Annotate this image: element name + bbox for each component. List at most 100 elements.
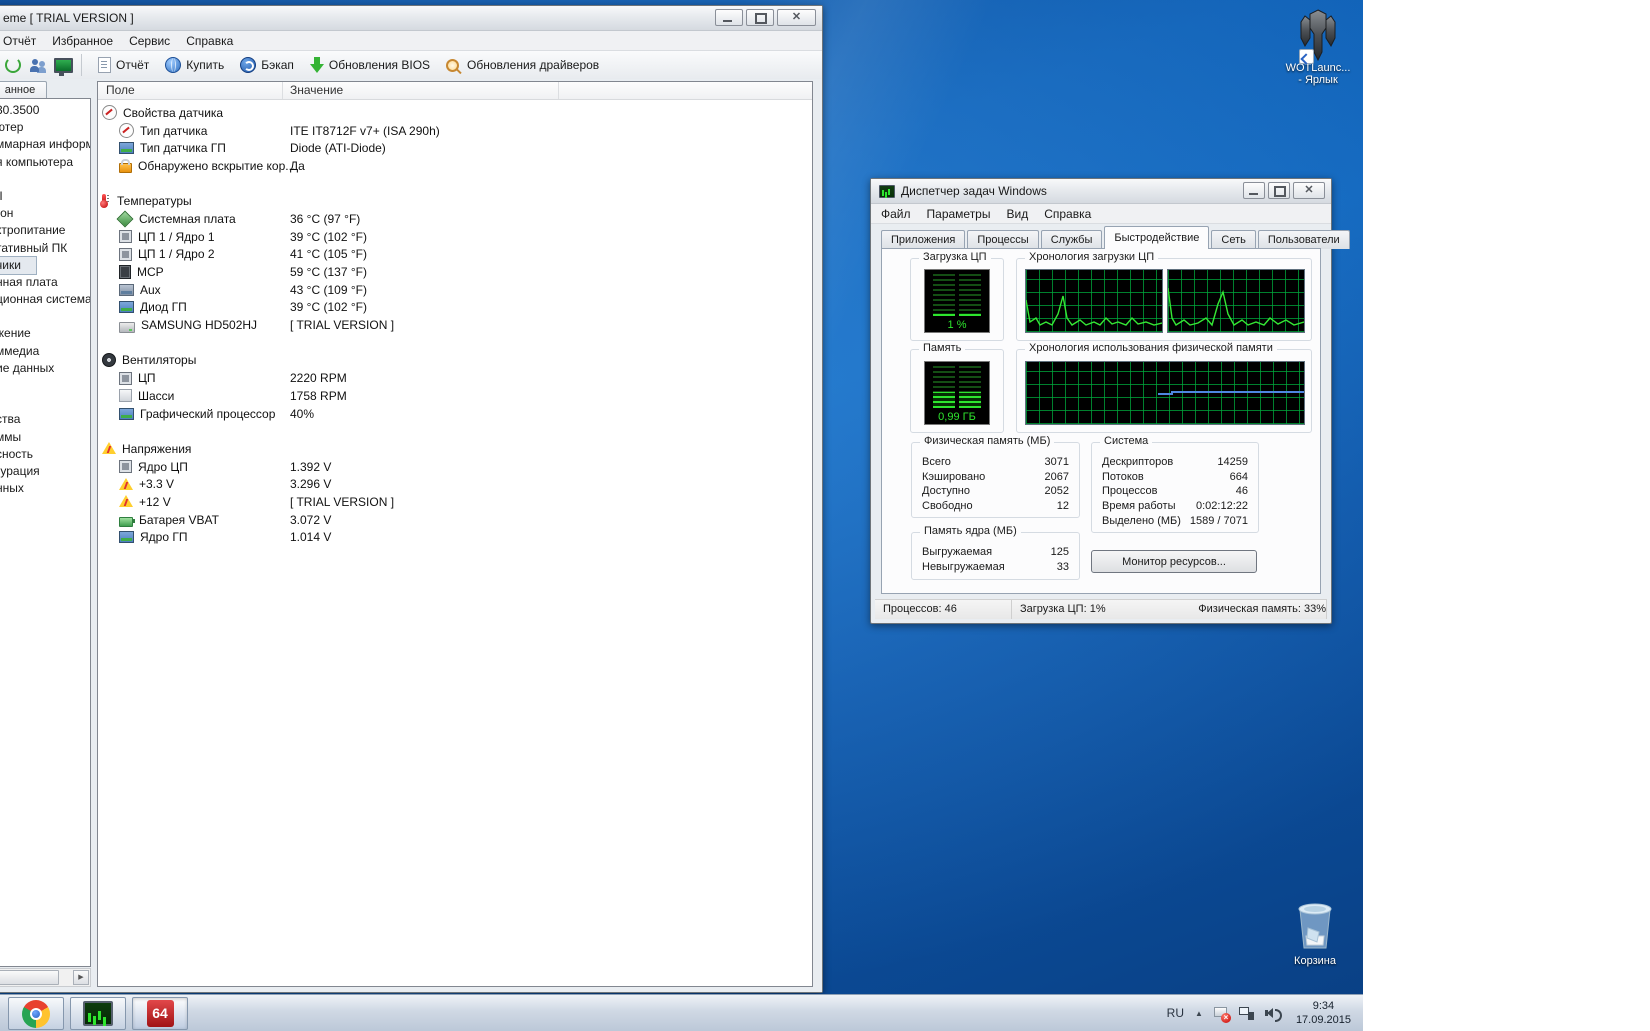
sensor-row[interactable]: SAMSUNG HD502HJ [ TRIAL VERSION ] [98,316,812,334]
tree-item[interactable]: ммарная информаци [0,136,90,153]
users-icon[interactable] [30,58,47,73]
minimize-button[interactable] [715,9,743,26]
desktop-icon-recycle-bin[interactable]: Корзина [1277,898,1353,967]
tree-item[interactable]: ционная система [0,291,90,308]
sensor-row[interactable]: Тип датчика ITE IT8712F v7+ (ISA 290h) [98,122,812,140]
taskbar-button-chrome[interactable] [8,997,64,1030]
tree-item[interactable]: чики [0,257,36,274]
taskbar-button-aida64[interactable]: 64 [132,997,188,1030]
tab[interactable]: Процессы [967,230,1038,249]
column-header-value[interactable]: Значение [290,83,343,97]
sensor-row[interactable]: Ядро ЦП 1.392 V [98,458,812,476]
column-header-field[interactable]: Поле [106,83,135,97]
tree-item[interactable]: ютер [0,119,90,136]
maximize-button[interactable] [1268,182,1290,199]
tree-item[interactable]: сность [0,446,90,463]
toolbar-button[interactable]: Купить [157,54,232,76]
taskbar: 64 RU ▲ 9:34 17.09.2015 [0,994,1363,1031]
speaker-icon[interactable] [1265,1007,1281,1020]
network-icon[interactable] [1239,1007,1254,1020]
menu-item[interactable]: Сервис [121,32,178,50]
toolbar-button[interactable]: Обновления драйверов [438,54,607,76]
sensor-row[interactable]: Вентиляторы [98,352,812,370]
sensor-row[interactable]: MCP 59 °C (137 °F) [98,263,812,281]
menu-item[interactable]: Справка [1036,205,1099,223]
sensor-row[interactable]: +3.3 V 3.296 V [98,475,812,493]
tree-item[interactable]: нных [0,480,90,497]
resource-monitor-button[interactable]: Монитор ресурсов... [1091,550,1257,573]
tree-item[interactable]: нная плата [0,274,90,291]
sensor-row[interactable]: Обнаружено вскрытие кор... Да [98,157,812,175]
menu-item[interactable]: Избранное [44,32,121,50]
tree-item[interactable]: ммы [0,429,90,446]
sensor-row[interactable] [98,334,812,352]
tree-item[interactable]: жение [0,325,90,342]
action-center-flag-icon[interactable] [1214,1006,1228,1021]
task-manager-titlebar[interactable]: Диспетчер задач Windows ✕ [871,179,1331,204]
sensor-row[interactable]: +12 V [ TRIAL VERSION ] [98,493,812,511]
close-button[interactable]: ✕ [1293,182,1325,199]
sidebar-tab-favorites[interactable]: анное [0,81,47,99]
scrollbar-thumb[interactable] [0,970,59,985]
sensor-row[interactable] [98,175,812,193]
tree-item[interactable]: ие данных [0,360,90,377]
monitor-icon[interactable] [54,58,73,73]
info-label: Выделено (МБ) [1102,515,1181,527]
tree-item[interactable]: I [0,171,90,188]
tree-item[interactable] [0,377,90,394]
tree-item[interactable] [0,308,90,325]
sensor-row[interactable] [98,422,812,440]
sensor-row[interactable]: Тип датчика ГП Diode (ATI-Diode) [98,139,812,157]
sensor-row[interactable]: Свойства датчика [98,104,812,122]
column-headers[interactable]: Поле Значение [98,82,812,100]
tab[interactable]: Службы [1041,230,1103,249]
tree-item[interactable] [0,394,90,411]
sensor-row[interactable]: Системная плата 36 °C (97 °F) [98,210,812,228]
toolbar-button[interactable]: Обновления BIOS [302,54,438,76]
sensor-row[interactable]: Напряжения [98,440,812,458]
sensor-row[interactable]: Температуры [98,192,812,210]
maximize-button[interactable] [746,9,774,26]
taskbar-button-task-manager[interactable] [70,997,126,1030]
toolbar-button[interactable]: Бэкап [232,54,302,76]
tree-item[interactable]: 30.3500 [0,102,90,119]
close-button[interactable]: ✕ [777,9,816,26]
sensor-row[interactable]: Шасси 1758 RPM [98,387,812,405]
tab[interactable]: Пользователи [1258,230,1350,249]
sensor-row[interactable]: ЦП 1 / Ядро 2 41 °C (105 °F) [98,246,812,264]
sensor-row[interactable]: Диод ГП 39 °C (102 °F) [98,299,812,317]
desktop-icon-wotlauncher[interactable]: WOTLaunc... - Ярлык [1280,8,1356,86]
tab[interactable]: Приложения [881,230,965,249]
sensor-row[interactable]: Батарея VBAT 3.072 V [98,511,812,529]
sensor-row[interactable]: Графический процессор 40% [98,405,812,423]
scrollbar-right-arrow[interactable]: ▶ [73,970,89,985]
sensor-row[interactable]: Aux 43 °C (109 °F) [98,281,812,299]
refresh-icon[interactable] [5,57,21,73]
tree-item[interactable]: тативный ПК [0,240,90,257]
tree-item[interactable]: ктропитание [0,222,90,239]
tree-item[interactable]: гурация [0,463,90,480]
sensor-row[interactable]: ЦП 1 / Ядро 1 39 °C (102 °F) [98,228,812,246]
sensor-row[interactable]: ЦП 2220 RPM [98,369,812,387]
menu-item[interactable]: Отчёт [0,32,44,50]
tree-item[interactable]: ства [0,411,90,428]
hidden-icons-arrow[interactable]: ▲ [1195,1009,1203,1018]
bios-update-icon [310,57,324,73]
aida64-titlebar[interactable]: eme [ TRIAL VERSION ] ✕ [0,6,822,31]
menu-item[interactable]: Файл [873,205,919,223]
tree-item[interactable]: гон [0,205,90,222]
toolbar-button[interactable]: Отчёт [90,54,157,76]
tree-item[interactable]: я компьютера [0,154,90,171]
menu-item[interactable]: Параметры [919,205,999,223]
taskbar-clock[interactable]: 9:34 17.09.2015 [1296,999,1355,1027]
tree-item[interactable]: II [0,188,90,205]
tree-horizontal-scrollbar[interactable]: ▶ [0,968,91,987]
menu-item[interactable]: Вид [998,205,1036,223]
tree-item[interactable]: ммедиа [0,343,90,360]
sensor-row[interactable]: Ядро ГП 1.014 V [98,529,812,547]
tab[interactable]: Быстродействие [1104,226,1209,249]
language-indicator[interactable]: RU [1167,1006,1184,1020]
menu-item[interactable]: Справка [178,32,241,50]
tab[interactable]: Сеть [1211,230,1255,249]
minimize-button[interactable] [1243,182,1265,199]
